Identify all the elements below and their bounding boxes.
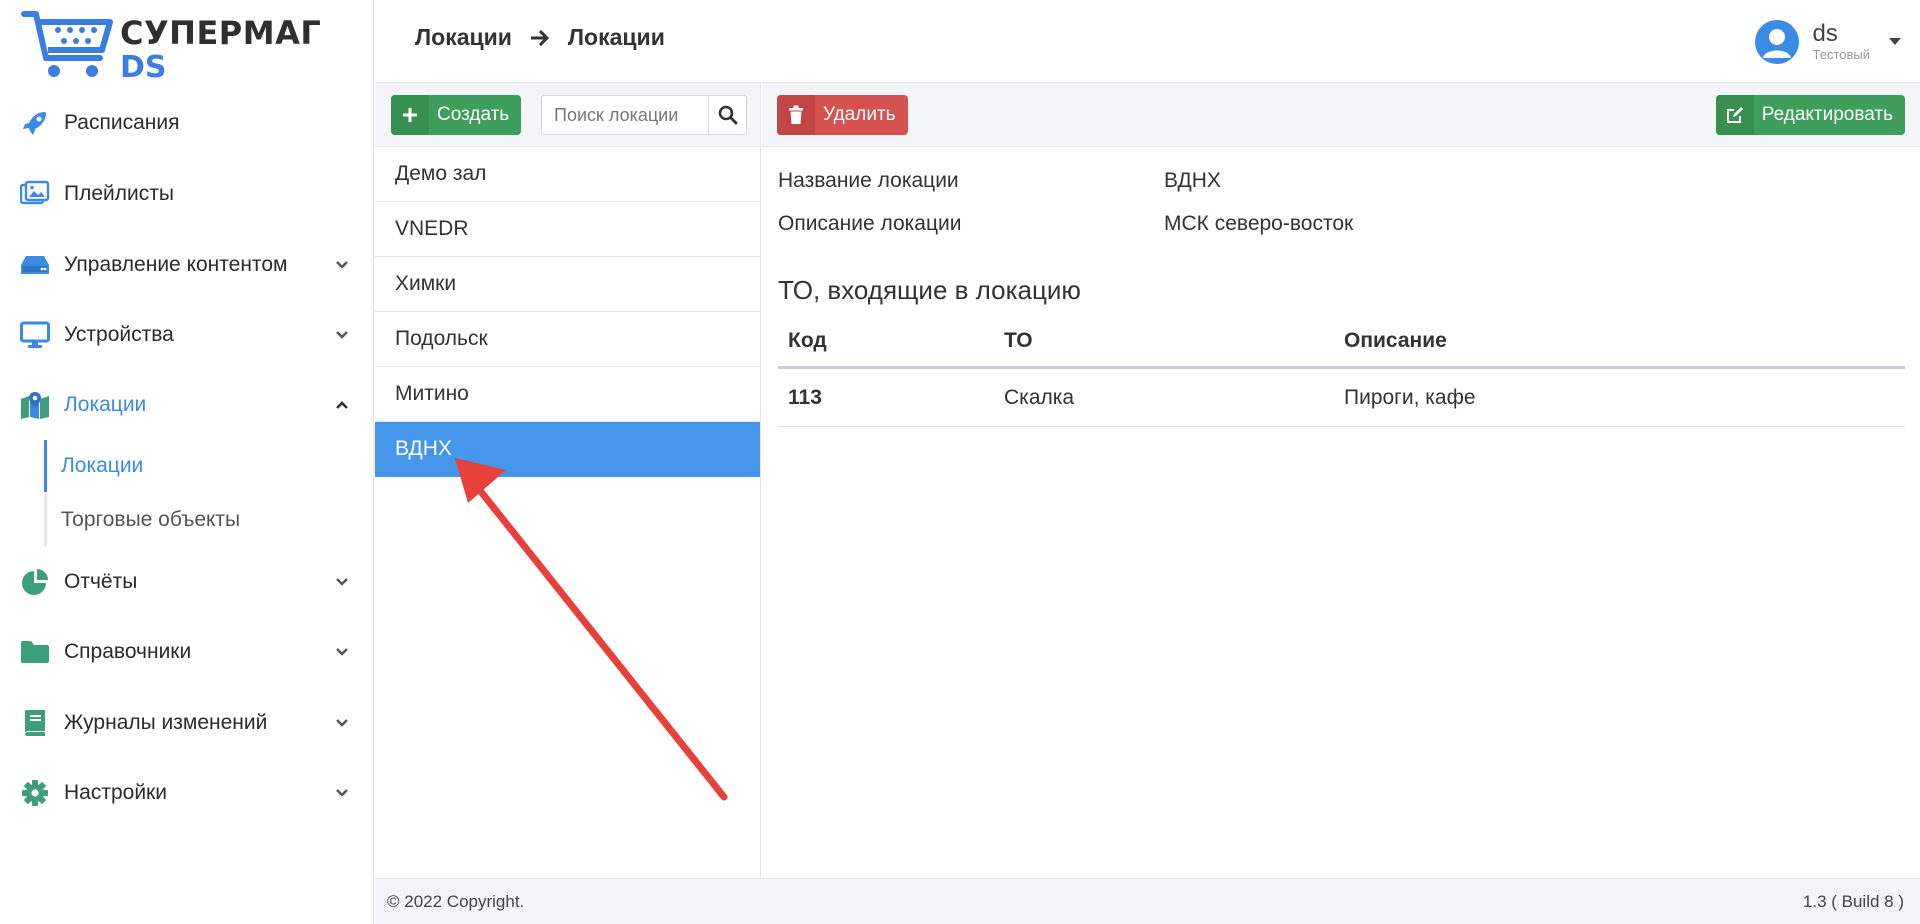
chevron-down-icon bbox=[334, 644, 350, 660]
sidebar: СУПЕРМАГ DS Расписания Плейлисты Управле… bbox=[0, 0, 374, 924]
chevron-down-icon bbox=[334, 257, 350, 273]
logo[interactable]: СУПЕРМАГ DS bbox=[20, 8, 360, 85]
sidebar-item-label: Настройки bbox=[64, 781, 167, 804]
sidebar-subitem-label: Локации bbox=[61, 454, 144, 477]
sidebar-item-label: Расписания bbox=[64, 111, 180, 134]
rocket-icon bbox=[20, 108, 50, 138]
user-role: Тестовый bbox=[1812, 47, 1871, 62]
create-button-label: Создать bbox=[437, 104, 510, 125]
list-item[interactable]: Химки bbox=[375, 257, 760, 312]
location-detail-panel: Удалить Редактировать Название локации В… bbox=[762, 83, 1920, 878]
folder-icon bbox=[20, 637, 50, 667]
logo-title: СУПЕРМАГ bbox=[120, 14, 322, 52]
monitor-icon bbox=[20, 320, 50, 350]
map-icon bbox=[20, 390, 50, 420]
user-name: ds bbox=[1812, 20, 1838, 47]
sidebar-subitem-locations[interactable]: Локации bbox=[44, 440, 344, 492]
plus-icon bbox=[391, 95, 429, 135]
chevron-down-icon bbox=[334, 715, 350, 731]
chevron-up-icon bbox=[334, 397, 350, 413]
arrow-right-icon bbox=[530, 29, 550, 47]
sidebar-item-playlists[interactable]: Плейлисты bbox=[0, 171, 374, 217]
detail-toolbar: Удалить Редактировать bbox=[762, 83, 1920, 147]
search-icon[interactable] bbox=[708, 96, 746, 134]
column-header-to: ТО bbox=[1004, 328, 1033, 352]
sidebar-subitem-label: Торговые объекты bbox=[61, 508, 241, 531]
sidebar-item-label: Справочники bbox=[64, 640, 192, 663]
sidebar-item-label: Журналы изменений bbox=[64, 711, 268, 734]
sidebar-item-locations[interactable]: Локации bbox=[0, 382, 374, 428]
list-item[interactable]: Митино bbox=[375, 367, 760, 422]
edit-button-label: Редактировать bbox=[1761, 104, 1893, 125]
locations-list: Демо зал VNEDR Химки Подольск Митино ВДН… bbox=[375, 147, 760, 477]
column-header-code: Код bbox=[788, 328, 827, 352]
delete-button-label: Удалить bbox=[823, 104, 896, 125]
chevron-down-icon bbox=[334, 785, 350, 801]
section-title: ТО, входящие в локацию bbox=[778, 275, 1081, 305]
user-menu[interactable]: ds Тестовый bbox=[1754, 12, 1903, 72]
pie-chart-icon bbox=[20, 567, 50, 597]
edit-icon bbox=[1715, 95, 1754, 135]
list-item[interactable]: Демо зал bbox=[375, 147, 760, 202]
list-item-selected[interactable]: ВДНХ bbox=[375, 422, 760, 477]
sidebar-item-change-logs[interactable]: Журналы изменений bbox=[0, 700, 374, 746]
sidebar-subitem-retail-objects[interactable]: Торговые объекты bbox=[44, 494, 344, 546]
table-header: Код ТО Описание bbox=[778, 315, 1905, 369]
chevron-down-icon bbox=[334, 327, 350, 343]
retail-objects-table: Код ТО Описание 113 Скалка Пироги, кафе bbox=[778, 315, 1905, 427]
images-icon bbox=[20, 179, 50, 209]
edit-button[interactable]: Редактировать bbox=[1715, 95, 1905, 135]
list-item[interactable]: Подольск bbox=[375, 312, 760, 367]
sidebar-item-label: Плейлисты bbox=[64, 182, 174, 205]
column-header-description: Описание bbox=[1344, 328, 1447, 352]
sidebar-item-label: Управление контентом bbox=[64, 253, 288, 276]
locations-list-panel: Создать Демо зал VNEDR Химки Подольск Ми… bbox=[375, 83, 761, 878]
location-description-label: Описание локации bbox=[778, 212, 962, 235]
cell-description: Пироги, кафе bbox=[1344, 385, 1476, 409]
sidebar-item-label: Локации bbox=[64, 393, 147, 416]
shopping-cart-icon bbox=[21, 11, 113, 77]
version-text: 1.3 ( Build 8 ) bbox=[1802, 891, 1904, 911]
book-icon bbox=[20, 708, 50, 738]
caret-down-icon bbox=[1888, 33, 1902, 51]
list-toolbar: Создать bbox=[375, 83, 760, 147]
location-name-value: ВДНХ bbox=[1164, 169, 1221, 192]
create-button[interactable]: Создать bbox=[391, 95, 522, 135]
cell-to: Скалка bbox=[1004, 385, 1075, 409]
gear-icon bbox=[20, 778, 50, 808]
search-box bbox=[541, 95, 747, 135]
drive-icon bbox=[20, 250, 50, 280]
breadcrumb-item[interactable]: Локации bbox=[415, 24, 512, 51]
location-name-label: Название локации bbox=[778, 169, 959, 192]
top-header: Локации Локации ds Тестовый bbox=[375, 0, 1920, 83]
table-row[interactable]: 113 Скалка Пироги, кафе bbox=[778, 369, 1905, 427]
copyright-text: © 2022 Copyright. bbox=[387, 891, 525, 911]
sidebar-item-schedules[interactable]: Расписания bbox=[0, 100, 374, 146]
sidebar-item-devices[interactable]: Устройства bbox=[0, 312, 374, 358]
sidebar-item-label: Отчёты bbox=[64, 570, 138, 593]
footer: © 2022 Copyright. 1.3 ( Build 8 ) bbox=[375, 878, 1920, 924]
trash-icon bbox=[777, 95, 815, 135]
sidebar-item-content-management[interactable]: Управление контентом bbox=[0, 242, 374, 288]
location-description-value: МСК северо-восток bbox=[1164, 212, 1354, 235]
sidebar-item-label: Устройства bbox=[64, 323, 174, 346]
logo-subtitle: DS bbox=[120, 50, 167, 85]
breadcrumb-item: Локации bbox=[567, 24, 665, 50]
delete-button[interactable]: Удалить bbox=[777, 95, 908, 135]
avatar bbox=[1754, 20, 1799, 64]
breadcrumb: Локации Локации bbox=[415, 24, 665, 51]
sidebar-item-settings[interactable]: Настройки bbox=[0, 770, 374, 816]
cell-code: 113 bbox=[788, 385, 822, 409]
list-item[interactable]: VNEDR bbox=[375, 202, 760, 257]
search-input[interactable] bbox=[542, 96, 708, 134]
chevron-down-icon bbox=[334, 574, 350, 590]
sidebar-item-directories[interactable]: Справочники bbox=[0, 629, 374, 675]
sidebar-item-reports[interactable]: Отчёты bbox=[0, 559, 374, 605]
